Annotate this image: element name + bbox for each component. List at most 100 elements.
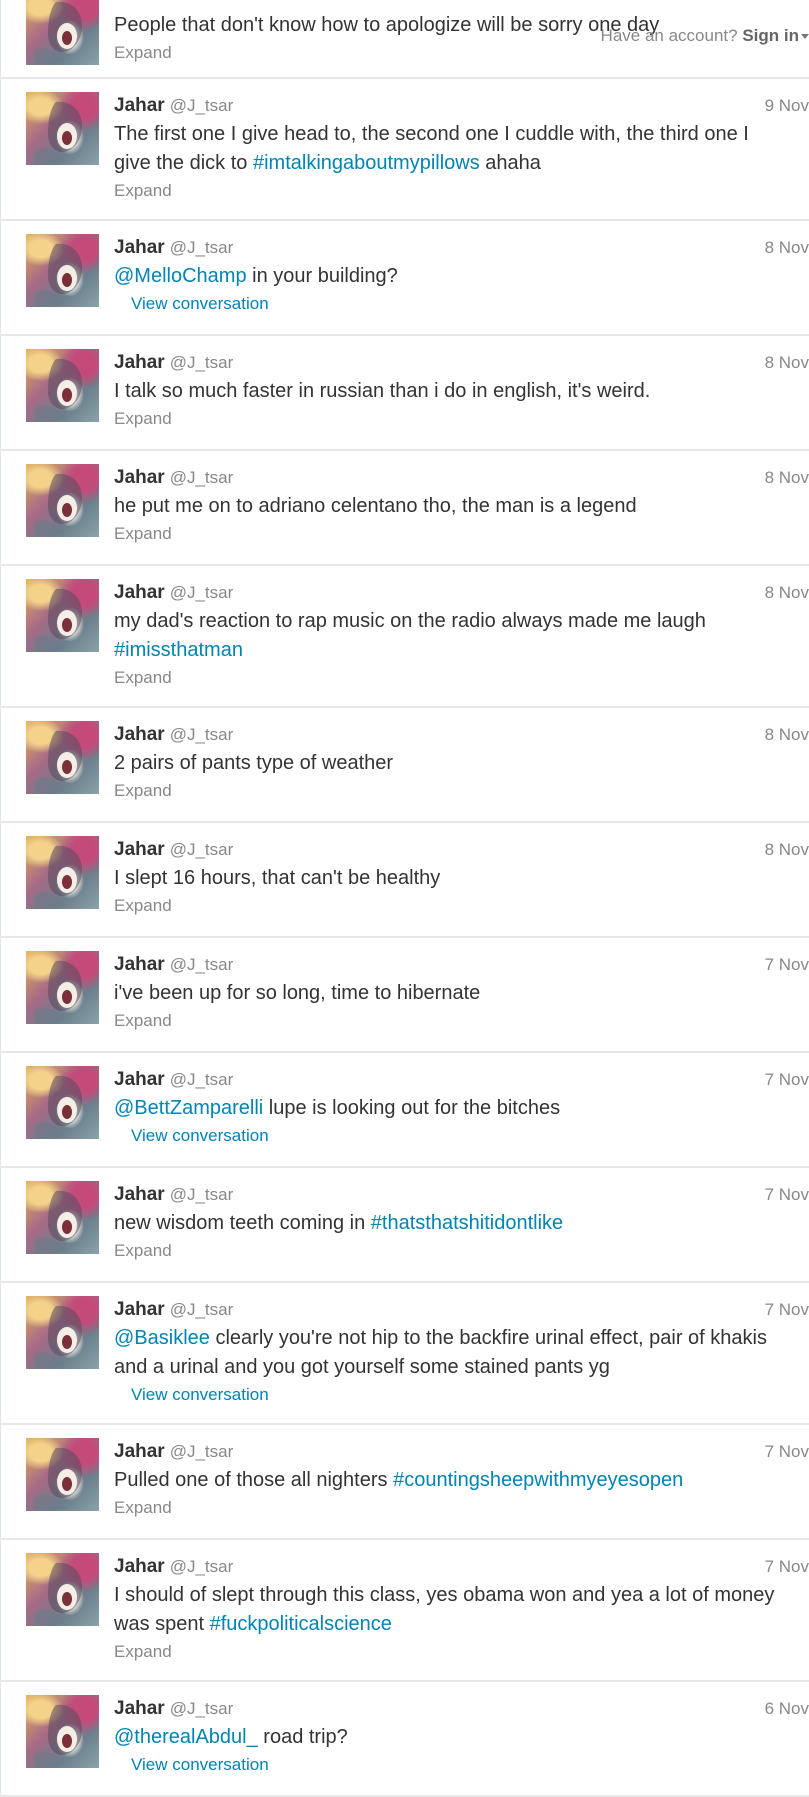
user-fullname[interactable]: Jahar bbox=[114, 724, 165, 745]
user-fullname[interactable]: Jahar bbox=[114, 1184, 165, 1205]
hashtag-link[interactable]: #fuckpoliticalscience bbox=[210, 1613, 392, 1635]
avatar-image-icon bbox=[34, 1190, 82, 1254]
tweet-item[interactable]: 8 Nov Jahar @J_tsar @MelloChamp in your bui… bbox=[0, 221, 809, 336]
avatar[interactable] bbox=[26, 1695, 99, 1768]
tweet-text-segment: Pulled one of those all nighters bbox=[114, 1469, 394, 1491]
expand-link[interactable]: Expand bbox=[114, 893, 789, 919]
user-fullname[interactable]: Jahar bbox=[114, 1299, 165, 1320]
hashtag-link[interactable]: #thatsthatshitidontlike bbox=[371, 1212, 563, 1234]
avatar[interactable] bbox=[26, 0, 99, 65]
tweet-item[interactable]: 8 Nov Jahar @J_tsar he put me on to adriano… bbox=[0, 451, 809, 566]
user-fullname[interactable]: Jahar bbox=[114, 1069, 165, 1090]
tweet-item[interactable]: 7 Nov Jahar @J_tsar new wisdom teeth coming… bbox=[0, 1168, 809, 1283]
avatar[interactable] bbox=[26, 1181, 99, 1254]
user-handle[interactable]: @J_tsar bbox=[170, 1185, 234, 1204]
tweet-text-segment: I slept 16 hours, that can't be healthy bbox=[114, 867, 441, 889]
expand-link[interactable]: Expand bbox=[114, 665, 789, 691]
user-fullname[interactable]: Jahar bbox=[114, 1441, 165, 1462]
expand-link[interactable]: Expand bbox=[114, 178, 789, 204]
user-handle[interactable]: @J_tsar bbox=[170, 1699, 234, 1718]
tweet-header: Jahar @J_tsar bbox=[114, 1697, 789, 1721]
avatar[interactable] bbox=[26, 464, 99, 537]
tweet-item[interactable]: 7 Nov Jahar @J_tsar I should of slept throu… bbox=[0, 1540, 809, 1682]
avatar-image-icon bbox=[34, 1447, 82, 1511]
avatar-image-icon bbox=[34, 1704, 82, 1768]
avatar[interactable] bbox=[26, 721, 99, 794]
avatar-image-icon bbox=[34, 730, 82, 794]
avatar[interactable] bbox=[26, 1553, 99, 1626]
caret-down-icon[interactable] bbox=[801, 34, 809, 40]
tweet-item[interactable]: 8 Nov Jahar @J_tsar I talk so much faster i… bbox=[0, 336, 809, 451]
user-fullname[interactable]: Jahar bbox=[114, 1556, 165, 1577]
avatar[interactable] bbox=[26, 1438, 99, 1511]
tweet-item[interactable]: 7 Nov Jahar @J_tsar @Basiklee clearly you'r… bbox=[0, 1283, 809, 1425]
user-handle[interactable]: @J_tsar bbox=[170, 238, 234, 257]
user-handle[interactable]: @J_tsar bbox=[170, 96, 234, 115]
user-handle[interactable]: @J_tsar bbox=[170, 1300, 234, 1319]
expand-link[interactable]: Expand bbox=[114, 406, 789, 432]
tweet-item[interactable]: 8 Nov Jahar @J_tsar my dad's reaction to ra… bbox=[0, 566, 809, 708]
user-handle[interactable]: @J_tsar bbox=[170, 583, 234, 602]
expand-link[interactable]: Expand bbox=[114, 1238, 789, 1264]
avatar[interactable] bbox=[26, 951, 99, 1024]
avatar[interactable] bbox=[26, 349, 99, 422]
tweet-text: i've been up for so long, time to hibern… bbox=[114, 979, 789, 1008]
tweet-header: Jahar @J_tsar bbox=[114, 1298, 789, 1322]
user-fullname[interactable]: Jahar bbox=[114, 352, 165, 373]
avatar[interactable] bbox=[26, 1066, 99, 1139]
user-handle[interactable]: @J_tsar bbox=[170, 725, 234, 744]
tweet-text-segment: new wisdom teeth coming in bbox=[114, 1212, 371, 1234]
tweet-item[interactable]: 8 Nov Jahar @J_tsar 2 pairs of pants type o… bbox=[0, 708, 809, 823]
avatar[interactable] bbox=[26, 92, 99, 165]
expand-link[interactable]: Expand bbox=[114, 521, 789, 547]
user-handle[interactable]: @J_tsar bbox=[170, 353, 234, 372]
tweet-header: Jahar @J_tsar bbox=[114, 1068, 789, 1092]
mention-link[interactable]: @BettZamparelli bbox=[114, 1097, 263, 1119]
avatar[interactable] bbox=[26, 234, 99, 307]
expand-link[interactable]: Expand bbox=[114, 1008, 789, 1034]
view-conversation-link[interactable]: View conversation bbox=[114, 1752, 789, 1778]
view-conversation-link[interactable]: View conversation bbox=[114, 1382, 789, 1408]
user-fullname[interactable]: Jahar bbox=[114, 237, 165, 258]
avatar-image-icon bbox=[34, 101, 82, 165]
tweet-item[interactable]: 7 Nov Jahar @J_tsar Pulled one of those all… bbox=[0, 1425, 809, 1540]
expand-link[interactable]: Expand bbox=[114, 1495, 789, 1521]
avatar-image-icon bbox=[34, 1, 82, 65]
signin-prompt[interactable]: Have an account? Sign in bbox=[601, 25, 809, 47]
view-conversation-link[interactable]: View conversation bbox=[114, 291, 789, 317]
avatar[interactable] bbox=[26, 1296, 99, 1369]
user-handle[interactable]: @J_tsar bbox=[170, 1557, 234, 1576]
user-fullname[interactable]: Jahar bbox=[114, 467, 165, 488]
avatar-image-icon bbox=[34, 1075, 82, 1139]
tweet-text-segment: he put me on to adriano celentano tho, t… bbox=[114, 495, 637, 517]
tweet-item[interactable]: 8 Nov Jahar @J_tsar I slept 16 hours, that … bbox=[0, 823, 809, 938]
tweet-text-segment: i've been up for so long, time to hibern… bbox=[114, 982, 481, 1004]
user-handle[interactable]: @J_tsar bbox=[170, 840, 234, 859]
tweet-item[interactable]: 7 Nov Jahar @J_tsar i've been up for so lon… bbox=[0, 938, 809, 1053]
view-conversation-link[interactable]: View conversation bbox=[114, 1123, 789, 1149]
tweet-item[interactable]: 7 Nov Jahar @J_tsar @BettZamparelli lupe is… bbox=[0, 1053, 809, 1168]
mention-link[interactable]: @Basiklee bbox=[114, 1327, 210, 1349]
avatar[interactable] bbox=[26, 579, 99, 652]
user-handle[interactable]: @J_tsar bbox=[170, 1070, 234, 1089]
expand-link[interactable]: Expand bbox=[114, 1639, 789, 1665]
mention-link[interactable]: @MelloChamp bbox=[114, 265, 247, 287]
mention-link[interactable]: @therealAbdul_ bbox=[114, 1726, 258, 1748]
signin-link[interactable]: Sign in bbox=[742, 26, 799, 45]
user-handle[interactable]: @J_tsar bbox=[170, 955, 234, 974]
hashtag-link[interactable]: #imtalkingaboutmypillows bbox=[253, 152, 480, 174]
user-fullname[interactable]: Jahar bbox=[114, 954, 165, 975]
user-handle[interactable]: @J_tsar bbox=[170, 1442, 234, 1461]
hashtag-link[interactable]: #countingsheepwithmyeyesopen bbox=[393, 1469, 683, 1491]
user-fullname[interactable]: Jahar bbox=[114, 95, 165, 116]
tweet-text: my dad's reaction to rap music on the ra… bbox=[114, 607, 789, 665]
hashtag-link[interactable]: #imissthatman bbox=[114, 639, 243, 661]
user-fullname[interactable]: Jahar bbox=[114, 1698, 165, 1719]
expand-link[interactable]: Expand bbox=[114, 778, 789, 804]
user-handle[interactable]: @J_tsar bbox=[170, 468, 234, 487]
tweet-item[interactable]: 6 Nov Jahar @J_tsar @therealAbdul_ road tri… bbox=[0, 1682, 809, 1797]
user-fullname[interactable]: Jahar bbox=[114, 582, 165, 603]
user-fullname[interactable]: Jahar bbox=[114, 839, 165, 860]
tweet-item[interactable]: 9 Nov Jahar @J_tsar The first one I give he… bbox=[0, 79, 809, 221]
avatar[interactable] bbox=[26, 836, 99, 909]
